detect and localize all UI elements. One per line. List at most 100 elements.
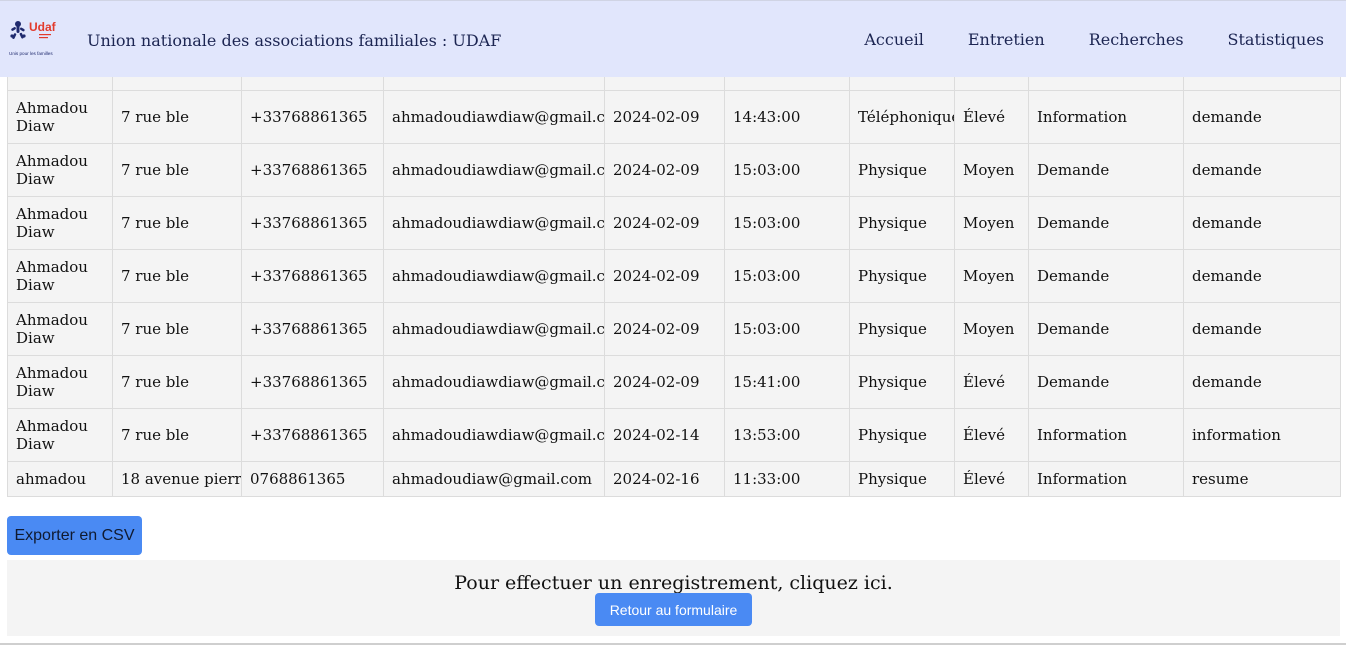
cell-motif: Demande bbox=[1028, 249, 1184, 303]
table-row: Ahmadou Diaw 7 rue ble +33768861365 ahmadou… bbox=[7, 143, 1341, 197]
cell-nom: Ahmadou Diaw bbox=[7, 196, 113, 250]
nav-entretien[interactable]: Entretien bbox=[968, 30, 1045, 49]
cell-adresse: 7 rue ble bbox=[112, 143, 242, 197]
cell-email: ahmadoudiawdiaw@gmail.com bbox=[383, 90, 605, 144]
cell-telephone: +33768861365 bbox=[241, 408, 384, 462]
cell-email: ahmadoudiawdiaw@gmail.com bbox=[383, 143, 605, 197]
cell-heure: 15:03:00 bbox=[724, 196, 850, 250]
cell-niveau: Élevé bbox=[954, 408, 1029, 462]
udaf-logo[interactable]: Udaf Unis pour les familles bbox=[8, 15, 70, 61]
cell-date: 2024-02-09 bbox=[604, 249, 725, 303]
cell-heure: 15:03:00 bbox=[724, 143, 850, 197]
cell-heure: 11:33:00 bbox=[724, 461, 850, 497]
records-table: Ahmadou Diaw 7 rue ble +33768861365 ahmadou… bbox=[7, 38, 1341, 497]
back-to-form-button[interactable]: Retour au formulaire bbox=[595, 593, 752, 626]
cell-nom: ahmadou bbox=[7, 461, 113, 497]
cell-type: Téléphonique bbox=[849, 90, 955, 144]
table-row: Ahmadou Diaw 7 rue ble +33768861365 ahmadou… bbox=[7, 302, 1341, 356]
cell-type: Physique bbox=[849, 461, 955, 497]
cell-motif: Information bbox=[1028, 461, 1184, 497]
cell-type: Physique bbox=[849, 143, 955, 197]
cell-nom: Ahmadou Diaw bbox=[7, 90, 113, 144]
export-csv-button[interactable]: Exporter en CSV bbox=[7, 516, 142, 555]
nav-recherches[interactable]: Recherches bbox=[1089, 30, 1184, 49]
cell-motif: Information bbox=[1028, 408, 1184, 462]
cell-date: 2024-02-09 bbox=[604, 302, 725, 356]
nav-statistiques[interactable]: Statistiques bbox=[1228, 30, 1324, 49]
cell-heure: 15:03:00 bbox=[724, 249, 850, 303]
cell-type: Physique bbox=[849, 302, 955, 356]
cell-type: Physique bbox=[849, 355, 955, 409]
table-row: Ahmadou Diaw 7 rue ble +33768861365 ahmadou… bbox=[7, 249, 1341, 303]
cell-niveau: Moyen bbox=[954, 196, 1029, 250]
cell-heure: 13:53:00 bbox=[724, 408, 850, 462]
cell-niveau: Moyen bbox=[954, 249, 1029, 303]
cell-motif: Demande bbox=[1028, 302, 1184, 356]
cell-adresse: 18 avenue pierre bbox=[112, 461, 242, 497]
cell-telephone: +33768861365 bbox=[241, 249, 384, 303]
cell-adresse: 7 rue ble bbox=[112, 196, 242, 250]
cell-type: Physique bbox=[849, 249, 955, 303]
svg-text:Udaf: Udaf bbox=[29, 20, 57, 34]
table-row: Ahmadou Diaw 7 rue ble +33768861365 ahmadou… bbox=[7, 408, 1341, 462]
cell-telephone: +33768861365 bbox=[241, 355, 384, 409]
cell-telephone: +33768861365 bbox=[241, 90, 384, 144]
cell-resume: information bbox=[1183, 408, 1341, 462]
udaf-logo-icon: Udaf Unis pour les familles bbox=[9, 20, 57, 56]
cell-email: ahmadoudiawdiaw@gmail.com bbox=[383, 408, 605, 462]
cell-telephone: +33768861365 bbox=[241, 196, 384, 250]
cell-motif: Demande bbox=[1028, 196, 1184, 250]
cell-email: ahmadoudiaw@gmail.com bbox=[383, 461, 605, 497]
main-nav: Accueil Entretien Recherches Statistique… bbox=[820, 30, 1324, 49]
table-row: Ahmadou Diaw 7 rue ble +33768861365 ahmadou… bbox=[7, 355, 1341, 409]
cell-motif: Demande bbox=[1028, 355, 1184, 409]
cell-niveau: Moyen bbox=[954, 302, 1029, 356]
cell-adresse: 7 rue ble bbox=[112, 355, 242, 409]
table-row: ahmadou 18 avenue pierre 0768861365 ahmadou… bbox=[7, 461, 1341, 497]
table-row: Ahmadou Diaw 7 rue ble +33768861365 ahmadou… bbox=[7, 196, 1341, 250]
cell-resume: demande bbox=[1183, 90, 1341, 144]
cell-date: 2024-02-09 bbox=[604, 90, 725, 144]
cell-email: ahmadoudiawdiaw@gmail.com bbox=[383, 302, 605, 356]
cell-nom: Ahmadou Diaw bbox=[7, 249, 113, 303]
site-title: Union nationale des associations familia… bbox=[87, 31, 502, 50]
nav-accueil[interactable]: Accueil bbox=[864, 30, 923, 49]
cell-motif: Information bbox=[1028, 90, 1184, 144]
cell-adresse: 7 rue ble bbox=[112, 408, 242, 462]
cell-heure: 15:41:00 bbox=[724, 355, 850, 409]
cell-heure: 15:03:00 bbox=[724, 302, 850, 356]
cell-niveau: Élevé bbox=[954, 90, 1029, 144]
cell-nom: Ahmadou Diaw bbox=[7, 408, 113, 462]
cell-heure: 14:43:00 bbox=[724, 90, 850, 144]
cell-nom: Ahmadou Diaw bbox=[7, 143, 113, 197]
records-table-body: Ahmadou Diaw 7 rue ble +33768861365 ahmadou… bbox=[7, 38, 1341, 497]
cell-date: 2024-02-16 bbox=[604, 461, 725, 497]
cell-resume: demande bbox=[1183, 196, 1341, 250]
cell-adresse: 7 rue ble bbox=[112, 90, 242, 144]
cell-email: ahmadoudiawdiaw@gmail.com bbox=[383, 249, 605, 303]
svg-text:Unis pour les familles: Unis pour les familles bbox=[9, 51, 53, 56]
register-prompt-text: Pour effectuer un enregistrement, clique… bbox=[454, 572, 893, 594]
cell-email: ahmadoudiawdiaw@gmail.com bbox=[383, 196, 605, 250]
records-scroll-area[interactable]: Ahmadou Diaw 7 rue ble +33768861365 ahmadou… bbox=[0, 0, 1346, 645]
cell-date: 2024-02-09 bbox=[604, 143, 725, 197]
cell-date: 2024-02-09 bbox=[604, 355, 725, 409]
cell-resume: demande bbox=[1183, 355, 1341, 409]
cell-telephone: +33768861365 bbox=[241, 143, 384, 197]
cell-nom: Ahmadou Diaw bbox=[7, 302, 113, 356]
cell-type: Physique bbox=[849, 408, 955, 462]
cell-motif: Demande bbox=[1028, 143, 1184, 197]
cell-date: 2024-02-09 bbox=[604, 196, 725, 250]
cell-niveau: Élevé bbox=[954, 355, 1029, 409]
cell-telephone: 0768861365 bbox=[241, 461, 384, 497]
cell-telephone: +33768861365 bbox=[241, 302, 384, 356]
cell-niveau: Élevé bbox=[954, 461, 1029, 497]
cell-nom: Ahmadou Diaw bbox=[7, 355, 113, 409]
cell-resume: demande bbox=[1183, 143, 1341, 197]
cell-adresse: 7 rue ble bbox=[112, 249, 242, 303]
cell-email: ahmadoudiawdiaw@gmail.com bbox=[383, 355, 605, 409]
cell-niveau: Moyen bbox=[954, 143, 1029, 197]
top-navbar: Udaf Unis pour les familles Union nation… bbox=[0, 0, 1346, 77]
register-prompt-box: Pour effectuer un enregistrement, clique… bbox=[7, 560, 1340, 636]
table-row: Ahmadou Diaw 7 rue ble +33768861365 ahmadou… bbox=[7, 90, 1341, 144]
